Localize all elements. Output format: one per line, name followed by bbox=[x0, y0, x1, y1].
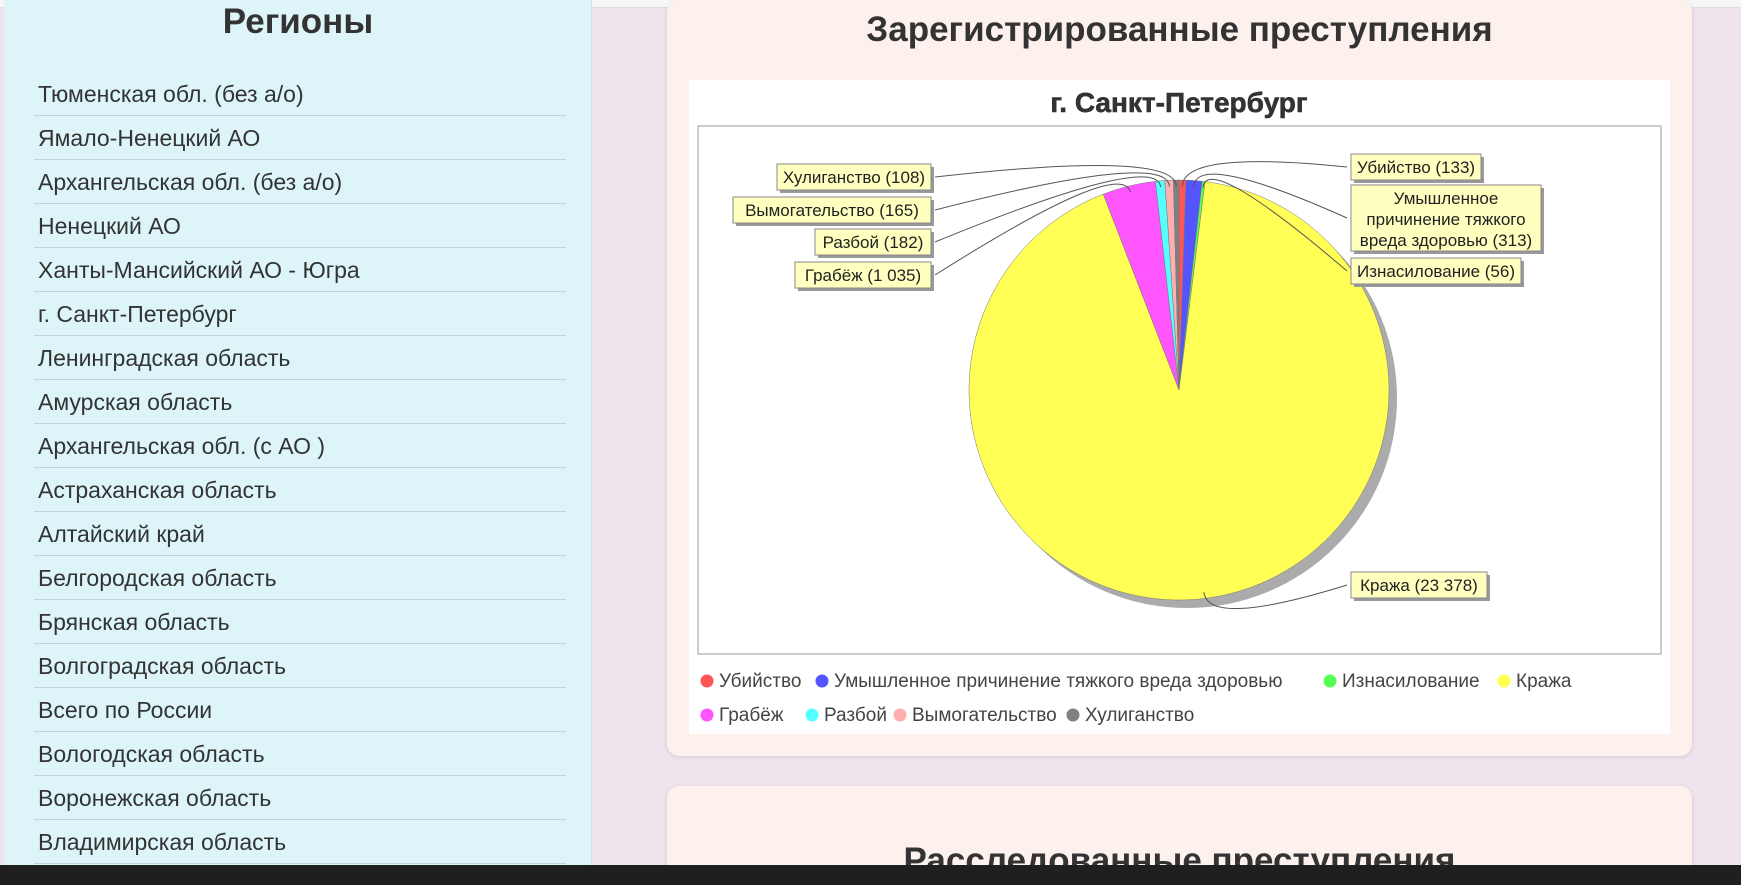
slice-label: Грабёж (1 035) bbox=[805, 266, 921, 285]
region-item[interactable]: Ленинградская область bbox=[34, 336, 566, 380]
legend-label: Вымогательство bbox=[912, 705, 1057, 726]
region-item[interactable]: Владимирская область bbox=[34, 820, 566, 864]
sidebar-title: Регионы bbox=[222, 2, 374, 41]
region-item[interactable]: Всего по России bbox=[34, 688, 566, 732]
legend-label: Хулиганство bbox=[1085, 705, 1194, 726]
region-item[interactable]: Волгоградская область bbox=[34, 644, 566, 688]
slice-label: Хулиганство (108) bbox=[783, 168, 925, 187]
region-item[interactable]: Алтайский край bbox=[34, 512, 566, 556]
slice-label: Убийство (133) bbox=[1357, 158, 1475, 177]
legend-marker bbox=[1323, 674, 1337, 688]
legend-label: Изнасилование bbox=[1342, 671, 1480, 692]
chart-title: г. Санкт-Петербург bbox=[1050, 87, 1307, 118]
region-item[interactable]: Амурская область bbox=[34, 380, 566, 424]
legend-marker bbox=[1066, 708, 1080, 722]
legend-label: Кража bbox=[1516, 671, 1572, 692]
slice-label: Умышленное bbox=[1394, 189, 1499, 208]
pie-chart: г. Санкт-Петербург Убийство (133) Умышленн… bbox=[697, 87, 1662, 726]
legend-marker bbox=[893, 708, 907, 722]
region-item[interactable]: Брянская область bbox=[34, 600, 566, 644]
region-item[interactable]: Белгородская область bbox=[34, 556, 566, 600]
slice-label: Вымогательство (165) bbox=[745, 201, 919, 220]
region-list: Тюменская обл. (без а/о) Ямало-Ненецкий А… bbox=[34, 72, 566, 864]
legend-marker bbox=[700, 708, 714, 722]
legend-marker bbox=[700, 674, 714, 688]
legend-marker bbox=[815, 674, 829, 688]
region-item[interactable]: Ханты-Мансийский АО - Югра bbox=[34, 248, 566, 292]
card-title: Зарегистрированные преступления bbox=[866, 10, 1493, 49]
region-item[interactable]: г. Санкт-Петербург bbox=[34, 292, 566, 336]
region-item[interactable]: Архангельская обл. (с АО ) bbox=[34, 424, 566, 468]
legend-label: Грабёж bbox=[719, 705, 784, 726]
registered-crimes-card: Зарегистрированные преступления г. Санкт… bbox=[667, 0, 1692, 756]
legend-label: Умышленное причинение тяжкого вреда здор… bbox=[834, 671, 1282, 692]
region-item[interactable]: Тюменская обл. (без а/о) bbox=[34, 72, 566, 116]
region-item[interactable]: Астраханская область bbox=[34, 468, 566, 512]
slice-label: Изнасилование (56) bbox=[1357, 262, 1515, 281]
legend-marker bbox=[1497, 674, 1511, 688]
legend-label: Разбой bbox=[824, 705, 887, 726]
os-taskbar bbox=[0, 865, 1741, 885]
slice-label: вреда здоровью (313) bbox=[1360, 231, 1532, 250]
region-item[interactable]: Ненецкий АО bbox=[34, 204, 566, 248]
region-item[interactable]: Архангельская обл. (без а/о) bbox=[34, 160, 566, 204]
legend-label: Убийство bbox=[719, 671, 801, 692]
region-item[interactable]: Вологодская область bbox=[34, 732, 566, 776]
slice-label: Разбой (182) bbox=[823, 233, 924, 252]
slice-label: причинение тяжкого bbox=[1366, 210, 1525, 229]
legend-marker bbox=[805, 708, 819, 722]
slice-label: Кража (23 378) bbox=[1360, 576, 1478, 595]
regions-sidebar: Регионы Тюменская обл. (без а/о) Ямало-Не… bbox=[4, 0, 592, 865]
pie-chart-container: г. Санкт-Петербург Убийство (133) Умышленн… bbox=[689, 80, 1670, 734]
region-item[interactable]: Воронежская область bbox=[34, 776, 566, 820]
region-item[interactable]: Ямало-Ненецкий АО bbox=[34, 116, 566, 160]
